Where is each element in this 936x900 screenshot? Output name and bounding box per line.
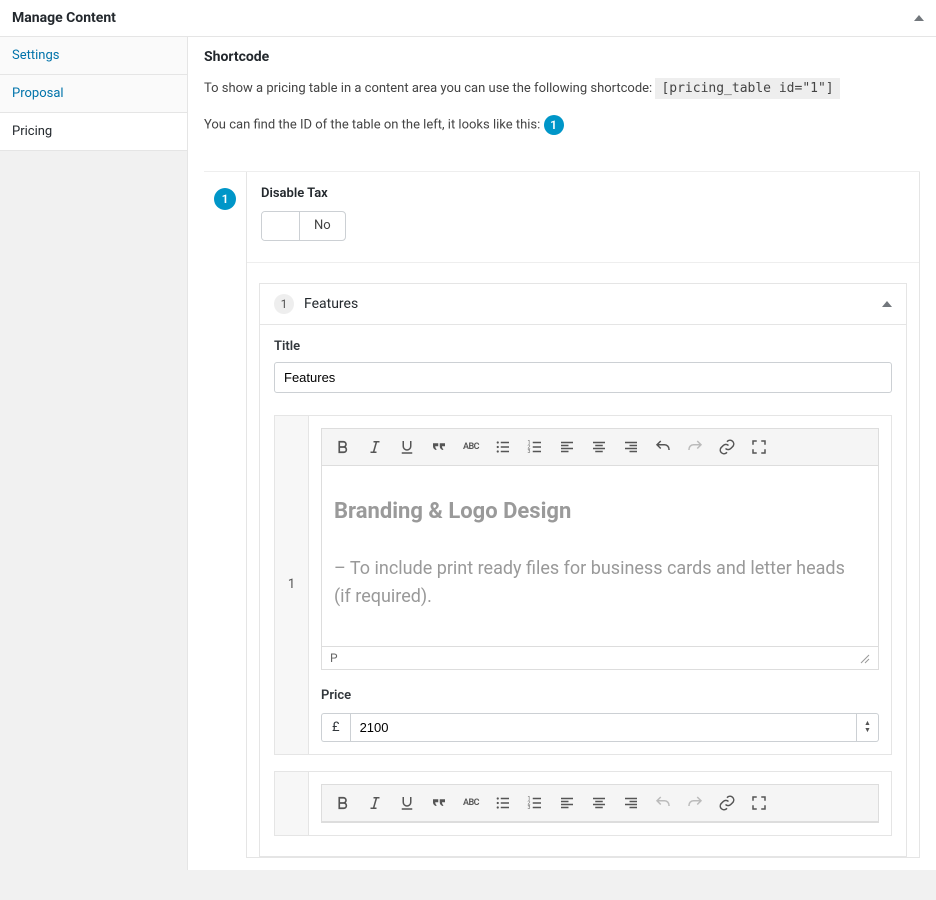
price-input[interactable] — [350, 713, 857, 742]
title-field-label: Title — [274, 339, 892, 354]
second-feature-body: ABC 123 — [309, 772, 891, 835]
shortcode-idhelp-line: You can find the ID of the table on the … — [204, 115, 920, 135]
ordered-list-icon[interactable]: 123 — [524, 436, 546, 458]
example-id-badge: 1 — [544, 115, 564, 135]
undo-icon[interactable] — [652, 792, 674, 814]
row-id-badge: 1 — [214, 188, 236, 210]
editor-statusbar: P — [322, 646, 878, 669]
features-accordion-header[interactable]: 1 Features — [259, 283, 907, 325]
pricing-table-row: 1 Disable Tax No 1 Features — [204, 171, 920, 858]
underline-icon[interactable] — [396, 436, 418, 458]
unordered-list-icon[interactable] — [492, 792, 514, 814]
strikethrough-icon[interactable]: ABC — [460, 436, 482, 458]
blockquote-icon[interactable] — [428, 436, 450, 458]
bold-icon[interactable] — [332, 436, 354, 458]
align-left-icon[interactable] — [556, 436, 578, 458]
feature-item-row: 1 ABC 123 — [274, 415, 892, 755]
italic-icon[interactable] — [364, 792, 386, 814]
shortcode-idhelp: You can find the ID of the table on the … — [204, 117, 540, 132]
italic-icon[interactable] — [364, 436, 386, 458]
toggle-state: No — [300, 218, 345, 233]
disable-tax-toggle[interactable]: No — [261, 211, 346, 241]
row-handle[interactable]: 1 — [204, 172, 246, 858]
features-accordion-body: Title 1 — [259, 325, 907, 857]
spinner-down-icon[interactable]: ▼ — [864, 727, 871, 734]
redo-icon[interactable] — [684, 436, 706, 458]
blockquote-icon[interactable] — [428, 792, 450, 814]
sidebar-item-proposal[interactable]: Proposal — [0, 75, 187, 113]
fullscreen-icon[interactable] — [748, 792, 770, 814]
link-icon[interactable] — [716, 436, 738, 458]
feature-item-handle[interactable]: 1 — [275, 416, 309, 754]
shortcode-section: Shortcode To show a pricing table in a c… — [204, 49, 920, 135]
price-field: Price £ ▲ ▼ — [321, 688, 879, 742]
wysiwyg-editor: ABC 123 — [321, 428, 879, 670]
redo-icon[interactable] — [684, 792, 706, 814]
title-input[interactable] — [274, 362, 892, 393]
align-center-icon[interactable] — [588, 792, 610, 814]
collapse-icon[interactable] — [914, 15, 924, 21]
features-index: 1 — [274, 294, 294, 314]
link-icon[interactable] — [716, 792, 738, 814]
shortcode-intro-line: To show a pricing table in a content are… — [204, 79, 920, 99]
editor-toolbar: ABC 123 — [322, 429, 878, 466]
feature-item-index: 1 — [288, 577, 295, 592]
align-right-icon[interactable] — [620, 436, 642, 458]
price-input-group: £ ▲ ▼ — [321, 713, 879, 742]
editor-heading: Branding & Logo Design — [334, 494, 866, 529]
second-feature-item-row: ABC 123 — [274, 771, 892, 836]
underline-icon[interactable] — [396, 792, 418, 814]
sidebar: Settings Proposal Pricing — [0, 37, 188, 870]
align-left-icon[interactable] — [556, 792, 578, 814]
align-right-icon[interactable] — [620, 792, 642, 814]
features-title: Features — [304, 296, 358, 312]
fullscreen-icon[interactable] — [748, 436, 770, 458]
strikethrough-icon[interactable]: ABC — [460, 792, 482, 814]
editor-toolbar-2: ABC 123 — [322, 785, 878, 822]
unordered-list-icon[interactable] — [492, 436, 514, 458]
content-area: Shortcode To show a pricing table in a c… — [188, 37, 936, 870]
undo-icon[interactable] — [652, 436, 674, 458]
panel-header[interactable]: Manage Content — [0, 0, 936, 37]
price-label: Price — [321, 688, 879, 703]
sidebar-item-pricing[interactable]: Pricing — [0, 113, 187, 151]
ordered-list-icon[interactable]: 123 — [524, 792, 546, 814]
currency-symbol: £ — [321, 713, 350, 742]
toggle-knob — [262, 212, 300, 240]
main-layout: Settings Proposal Pricing Shortcode To s… — [0, 37, 936, 870]
feature-item-body: ABC 123 — [309, 416, 891, 754]
shortcode-code: [pricing_table id="1"] — [655, 78, 839, 99]
number-spinner[interactable]: ▲ ▼ — [857, 713, 879, 742]
accordion-collapse-icon[interactable] — [882, 301, 892, 307]
editor-content[interactable]: Branding & Logo Design – To include prin… — [322, 466, 878, 646]
svg-text:3: 3 — [528, 805, 531, 811]
disable-tax-field: Disable Tax No — [247, 172, 919, 263]
svg-text:3: 3 — [528, 449, 531, 455]
disable-tax-label: Disable Tax — [261, 186, 905, 201]
editor-path-text: P — [330, 651, 338, 665]
align-center-icon[interactable] — [588, 436, 610, 458]
shortcode-intro: To show a pricing table in a content are… — [204, 81, 655, 96]
editor-body: – To include print ready files for busin… — [334, 555, 866, 613]
bold-icon[interactable] — [332, 792, 354, 814]
second-feature-handle[interactable] — [275, 772, 309, 835]
sidebar-item-settings[interactable]: Settings — [0, 37, 187, 75]
wysiwyg-editor-2: ABC 123 — [321, 784, 879, 823]
resize-handle-icon[interactable] — [858, 652, 870, 664]
panel-title: Manage Content — [12, 10, 116, 26]
shortcode-heading: Shortcode — [204, 49, 920, 65]
row-body: Disable Tax No 1 Features Title — [246, 172, 920, 858]
